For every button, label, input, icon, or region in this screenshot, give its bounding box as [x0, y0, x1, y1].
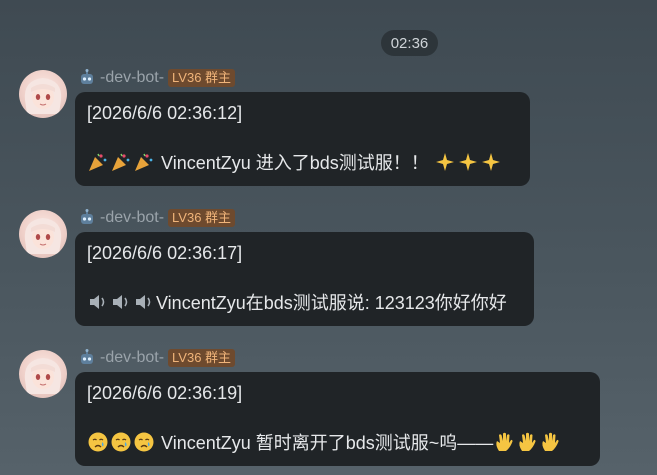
- message-bubble[interactable]: [2026/6/6 02:36:19] VincentZyu 暂时离开了bds测…: [75, 372, 600, 466]
- waving-hand-icon: [519, 432, 536, 451]
- message-timestamp: [2026/6/6 02:36:17]: [87, 243, 243, 263]
- message-timestamp: [2026/6/6 02:36:12]: [87, 103, 243, 123]
- sender-row: -dev-bot- LV36 群主: [78, 208, 236, 228]
- speaker-icon: [90, 295, 105, 309]
- robot-icon: [81, 349, 93, 364]
- role-badge: LV36 群主: [168, 349, 236, 367]
- crying-face-icon: [134, 432, 154, 452]
- waving-hand-icon: [542, 432, 559, 451]
- speaker-icon: [113, 295, 128, 309]
- sender-row: -dev-bot- LV36 群主: [78, 348, 236, 368]
- message-bubble[interactable]: [2026/6/6 02:36:17] VincentZyu在bds测试服说: …: [75, 232, 534, 326]
- robot-icon: [81, 209, 93, 224]
- message-body-line: VincentZyu 暂时离开了bds测试服~呜——: [87, 431, 588, 455]
- sender-name[interactable]: -dev-bot-: [100, 209, 164, 227]
- party-popper-icon: [89, 153, 107, 171]
- robot-icon: [81, 69, 93, 84]
- avatar[interactable]: [19, 350, 67, 398]
- sender-row: -dev-bot- LV36 群主: [78, 68, 236, 88]
- sparkles-icon: [458, 153, 477, 171]
- message-timestamp: [2026/6/6 02:36:19]: [87, 383, 243, 403]
- sender-name[interactable]: -dev-bot-: [100, 349, 164, 367]
- message-bubble[interactable]: [2026/6/6 02:36:12] VincentZyu 进入了bds测试服…: [75, 92, 530, 186]
- time-divider: 02:36: [381, 30, 438, 56]
- message-text: VincentZyu 进入了bds测试服！！: [161, 153, 429, 173]
- speaker-icon: [136, 295, 151, 309]
- message-text: VincentZyu 暂时离开了bds测试服~呜——: [161, 433, 494, 453]
- waving-hand-icon: [496, 432, 513, 451]
- party-popper-icon: [112, 153, 130, 171]
- message-text: VincentZyu在bds测试服说: 123123你好你好: [156, 293, 507, 313]
- crying-face-icon: [88, 432, 108, 452]
- crying-face-icon: [111, 432, 131, 452]
- avatar[interactable]: [19, 210, 67, 258]
- sparkles-icon: [481, 153, 500, 171]
- role-badge: LV36 群主: [168, 69, 236, 87]
- message-body-line: VincentZyu在bds测试服说: 123123你好你好: [87, 291, 522, 315]
- message-body-line: VincentZyu 进入了bds测试服！！: [87, 151, 518, 175]
- party-popper-icon: [135, 153, 153, 171]
- sparkles-icon: [435, 153, 454, 171]
- avatar[interactable]: [19, 70, 67, 118]
- role-badge: LV36 群主: [168, 209, 236, 227]
- sender-name[interactable]: -dev-bot-: [100, 69, 164, 87]
